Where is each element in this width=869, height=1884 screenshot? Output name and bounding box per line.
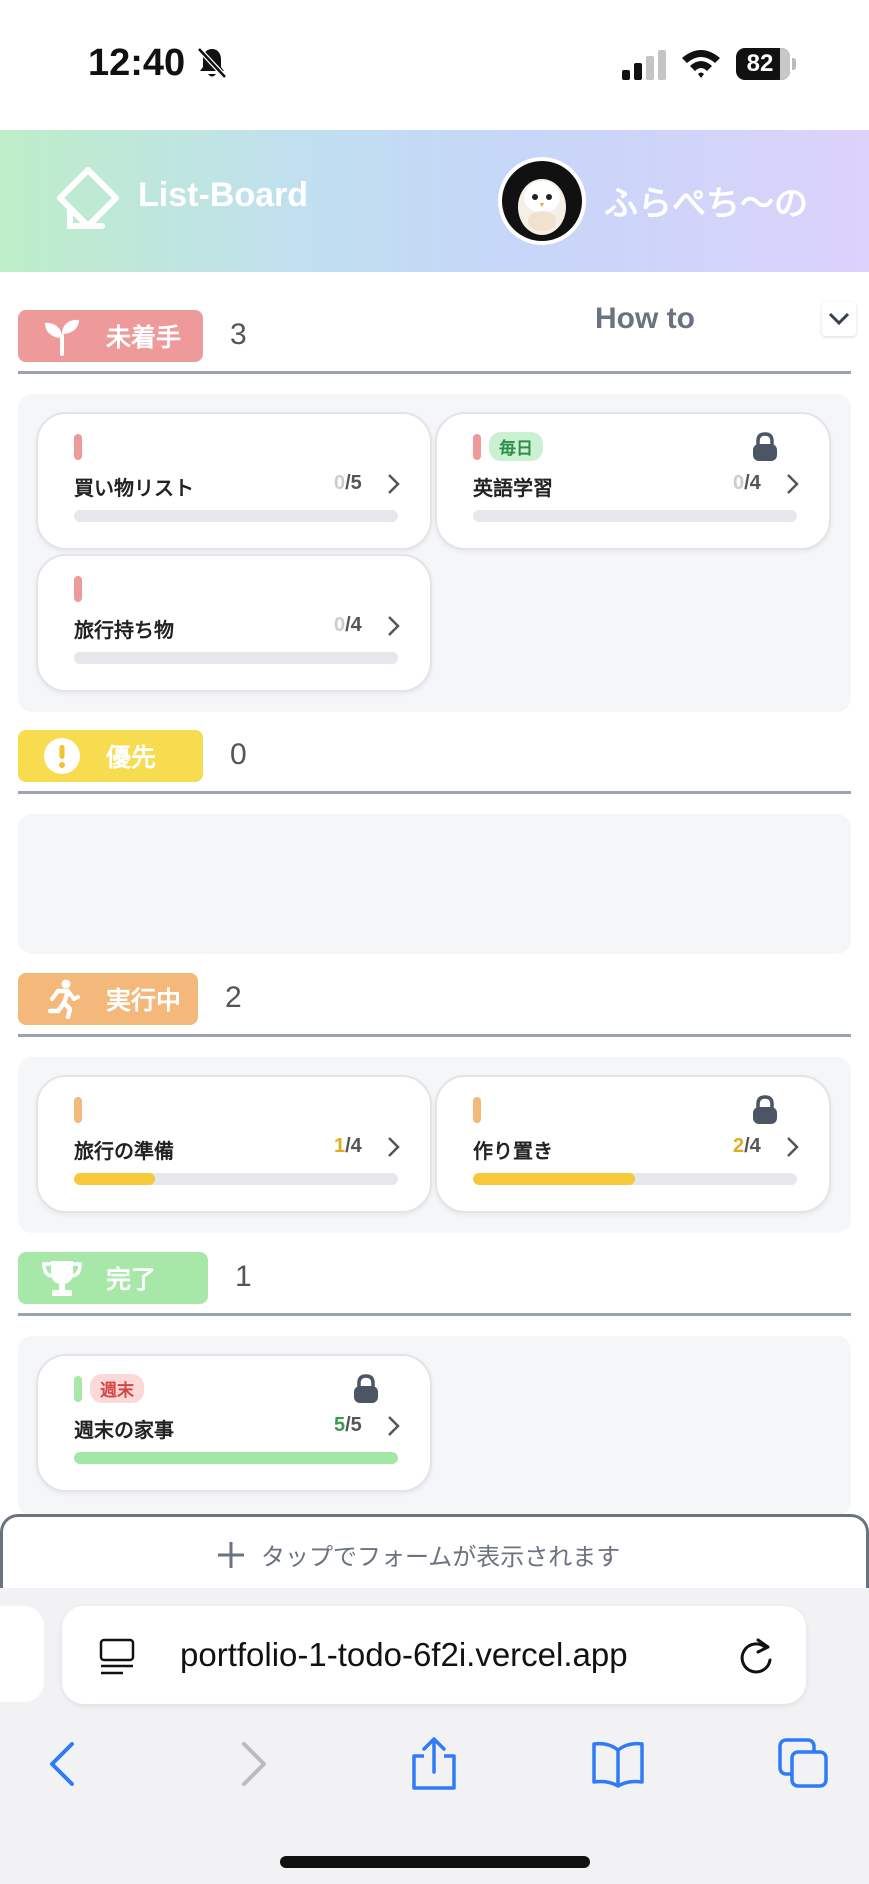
status-badge-label: 優先 [106,743,157,772]
card-progress-count: 5/5 [334,1414,362,1436]
section-todo-panel: 買い物リスト 0/5 毎日 英語学習 0/4 旅行持ち物 0/4 [18,394,851,712]
exclamation-circle-icon [40,734,84,778]
status-badge-priority: 優先 [18,730,203,782]
browser-toolbar: portfolio-1-todo-6f2i.vercel.app [0,1588,869,1884]
chevron-right-icon[interactable] [785,1135,801,1159]
avatar[interactable] [498,157,586,245]
card-progress-count: 1/4 [334,1135,362,1157]
card-status-mark [74,434,82,460]
howto-label[interactable]: How to [595,302,695,336]
card-title: 買い物リスト [74,476,194,500]
status-time: 12:40 [88,42,186,84]
card-status-mark [473,434,481,460]
status-badge-doing: 実行中 [18,973,198,1025]
chevron-right-icon[interactable] [386,1414,402,1438]
status-bar: 12:40 82 [0,0,869,130]
list-card[interactable]: 毎日 英語学習 0/4 [435,412,831,550]
cellular-signal-icon [622,50,666,80]
reload-icon[interactable] [736,1634,776,1678]
section-done-header: 完了 1 [18,1252,851,1316]
status-badge-todo: 未着手 [18,310,203,362]
progress-bar [473,510,797,522]
section-count: 1 [235,1260,252,1293]
running-person-icon [40,977,84,1021]
form-bar-label: タップでフォームが表示されます [261,1543,621,1571]
battery-level: 82 [746,50,774,77]
trophy-icon [40,1256,84,1300]
url-text[interactable]: portfolio-1-todo-6f2i.vercel.app [180,1636,628,1674]
owl-avatar-icon [518,179,566,235]
section-priority-header: 優先 0 [18,730,851,794]
status-badge-done: 完了 [18,1252,208,1304]
card-title: 作り置き [473,1139,553,1163]
bookmarks-icon[interactable] [590,1736,646,1792]
section-count: 0 [230,738,247,771]
forward-icon[interactable] [224,1736,280,1792]
chevron-right-icon[interactable] [785,472,801,496]
share-icon[interactable] [406,1736,462,1792]
card-progress-count: 0/5 [334,472,362,494]
previous-tab[interactable] [0,1606,44,1702]
progress-bar [74,652,398,664]
section-done-panel: 週末 週末の家事 5/5 [18,1336,851,1516]
battery-icon: 82 [736,48,796,80]
status-badge-label: 実行中 [106,986,182,1015]
repeat-tag: 週末 [90,1374,144,1403]
card-title: 英語学習 [473,476,553,500]
progress-bar [74,1452,398,1464]
list-board-logo-icon[interactable] [56,166,120,232]
progress-bar [74,1173,398,1185]
card-status-mark [473,1097,481,1123]
back-icon[interactable] [36,1736,92,1792]
card-title: 週末の家事 [74,1418,174,1442]
section-todo-header: 未着手 3 How to [18,302,856,374]
status-badge-label: 未着手 [106,323,182,352]
list-card[interactable]: 買い物リスト 0/5 [36,412,432,550]
card-progress-count: 0/4 [334,614,362,636]
section-doing-header: 実行中 2 [18,973,851,1037]
chevron-right-icon[interactable] [386,472,402,496]
app-header: List-Board ふらぺち〜の [0,130,869,272]
card-title: 旅行の準備 [74,1139,174,1163]
bell-off-icon [197,47,227,79]
address-bar[interactable]: portfolio-1-todo-6f2i.vercel.app [62,1606,806,1704]
card-status-mark [74,1376,82,1402]
plus-icon [218,1542,244,1568]
page-menu-icon[interactable] [98,1636,138,1676]
app-title[interactable]: List-Board [138,176,308,215]
lock-icon [354,1374,378,1403]
card-status-mark [74,1097,82,1123]
card-progress-count: 2/4 [733,1135,761,1157]
chevron-right-icon[interactable] [386,1135,402,1159]
section-priority-panel [18,814,851,954]
section-doing-panel: 旅行の準備 1/4 作り置き 2/4 [18,1057,851,1233]
list-card[interactable]: 旅行の準備 1/4 [36,1075,432,1213]
progress-bar [74,510,398,522]
howto-toggle-button[interactable] [822,302,856,336]
sprout-icon [40,314,84,358]
wifi-icon [682,50,720,78]
add-form-toggle-bar[interactable]: タップでフォームが表示されます [0,1514,869,1594]
card-progress-count: 0/4 [733,472,761,494]
card-title: 旅行持ち物 [74,618,174,642]
list-card[interactable]: 旅行持ち物 0/4 [36,554,432,692]
chevron-right-icon[interactable] [386,614,402,638]
lock-icon [753,1095,777,1124]
lock-icon [753,432,777,461]
tabs-icon[interactable] [776,1736,832,1792]
repeat-tag: 毎日 [489,432,543,461]
chevron-down-icon [828,312,850,326]
list-card[interactable]: 週末 週末の家事 5/5 [36,1354,432,1492]
progress-bar [473,1173,797,1185]
user-name[interactable]: ふらぺち〜の [604,176,808,225]
status-badge-label: 完了 [106,1265,157,1294]
home-indicator [280,1856,590,1868]
section-count: 2 [225,981,242,1014]
list-card[interactable]: 作り置き 2/4 [435,1075,831,1213]
section-count: 3 [230,318,247,351]
card-status-mark [74,576,82,602]
